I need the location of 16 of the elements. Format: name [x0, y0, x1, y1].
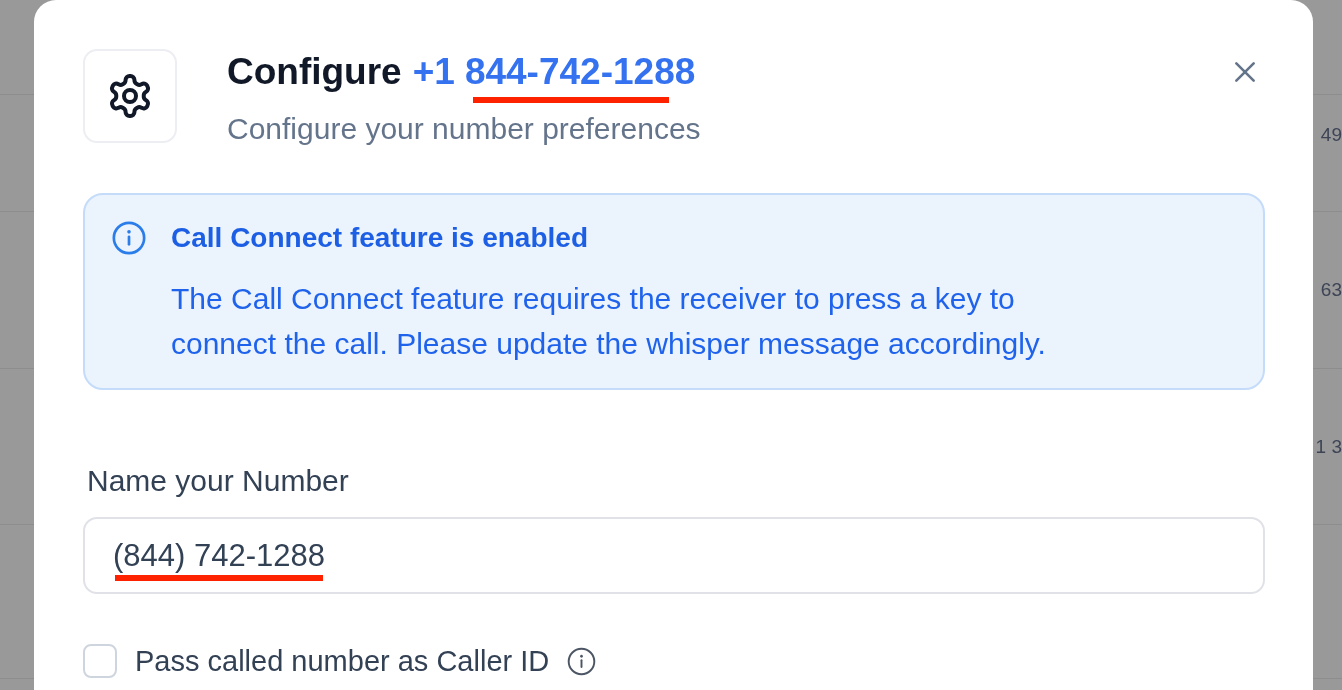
table-cell: 1 3 — [1315, 434, 1342, 459]
checkbox-label: Pass called number as Caller ID — [135, 644, 550, 678]
phone-number: 844-742-1288 — [464, 51, 696, 92]
checkbox[interactable] — [83, 644, 117, 678]
gear-icon — [83, 49, 177, 143]
alert-title: Call Connect feature is enabled — [171, 221, 589, 255]
input-field[interactable]: (844) 742-1288 — [83, 517, 1265, 594]
table-cell: 63 — [1320, 278, 1342, 302]
dialog-subtitle: Configure your number preferences — [227, 111, 701, 147]
field-label: Name your Number — [87, 465, 350, 497]
dialog-title: Configure — [227, 52, 402, 92]
table-cell: 49 — [1320, 123, 1342, 147]
info-icon — [111, 220, 147, 256]
info-icon[interactable] — [567, 646, 597, 676]
alert-message: The Call Connect feature requires the receiver to press a key to connect the call. Please update the whisper message accordingly. — [171, 281, 1047, 362]
country-code: +1 — [412, 52, 455, 92]
